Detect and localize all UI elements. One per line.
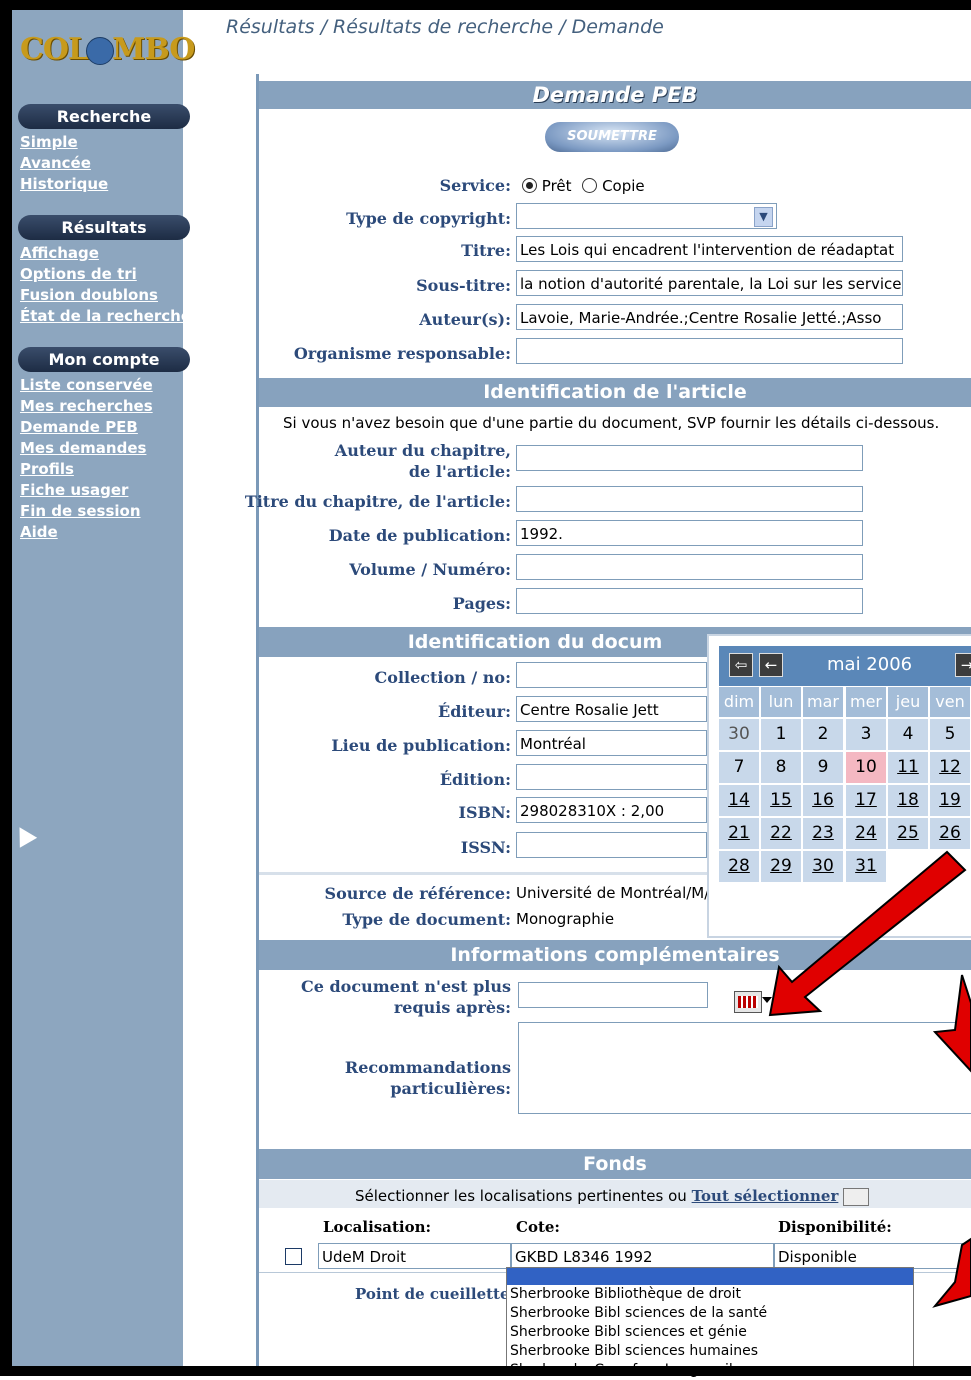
red-arrow-annotation-icon	[768, 850, 967, 1017]
red-arrow-annotation-icon	[932, 974, 971, 1073]
red-arrow-annotation-icon	[932, 1237, 971, 1308]
window-frame-bottom	[0, 1366, 971, 1376]
annotation-arrows	[768, 850, 971, 1308]
